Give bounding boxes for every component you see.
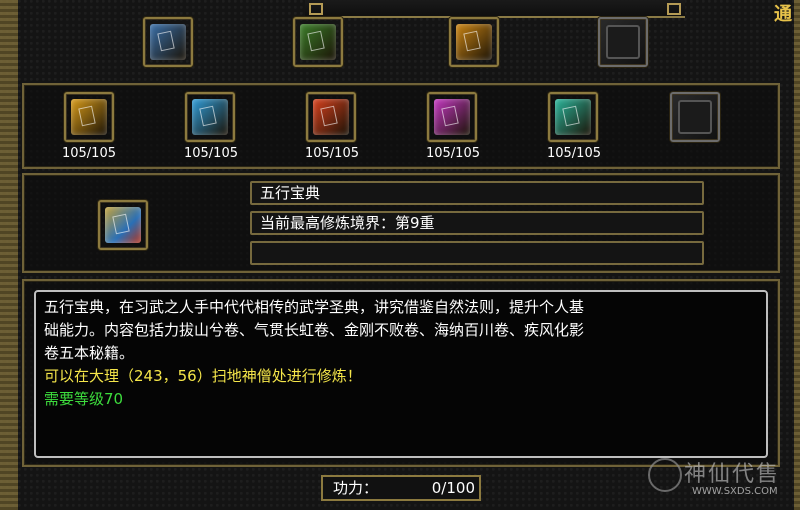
books-panel — [22, 83, 780, 169]
book-count-yellow: 105/105 — [61, 146, 116, 161]
realm-field: 当前最高修炼境界：第9重 — [250, 211, 704, 235]
watermark-name: 神仙代售 — [684, 462, 781, 487]
book-slot-green[interactable] — [548, 92, 598, 142]
purple-book-icon — [434, 99, 470, 135]
top-slot-empty[interactable] — [598, 17, 648, 67]
gongli-label: 功力： — [333, 479, 379, 497]
gongli-value: 0/100 — [431, 479, 475, 497]
watermark-url: WWW.SXDS.COM — [692, 486, 778, 497]
wuxing-book-icon — [105, 207, 141, 243]
book-slot-purple[interactable] — [427, 92, 477, 142]
blue-book-icon — [192, 99, 228, 135]
site-watermark: 神仙代售 WWW.SXDS.COM — [648, 456, 798, 504]
level-requirement: 需要等级70 — [44, 390, 124, 408]
golden-book-icon — [150, 24, 186, 60]
book-slot-empty[interactable] — [670, 92, 720, 142]
right-frame-ornament — [794, 0, 800, 510]
mascot-icon — [648, 458, 682, 492]
red-book-icon — [313, 99, 349, 135]
book-slot-blue[interactable] — [185, 92, 235, 142]
description-line-1: 五行宝典，在习武之人手中代代相传的武学圣典，讲究借鉴自然法则，提升个人基 — [44, 298, 585, 316]
empty-slot-icon — [678, 100, 712, 134]
extra-field — [250, 241, 704, 265]
scroll-bundle-icon — [300, 24, 336, 60]
book-name-field: 五行宝典 — [250, 181, 704, 205]
description-line-2: 础能力。内容包括力拔山兮卷、气贯长虹卷、金刚不败卷、海纳百川卷、疾风化影 — [44, 321, 585, 339]
selected-book-slot[interactable] — [98, 200, 148, 250]
gongli-field: 功力： 0/100 — [321, 475, 481, 501]
top-slot-golden-book[interactable] — [143, 17, 193, 67]
yellow-book-icon — [71, 99, 107, 135]
description-box: 五行宝典，在习武之人手中代代相传的武学圣典，讲究借鉴自然法则，提升个人基 础能力… — [34, 290, 768, 458]
left-frame-ornament — [0, 0, 18, 510]
gold-treasure-icon — [456, 24, 492, 60]
empty-slot-icon — [606, 25, 640, 59]
book-count-green: 105/105 — [546, 146, 601, 161]
top-slot-scroll-bundle[interactable] — [293, 17, 343, 67]
book-slot-red[interactable] — [306, 92, 356, 142]
top-slot-gold-treasure[interactable] — [449, 17, 499, 67]
book-slot-yellow[interactable] — [64, 92, 114, 142]
book-count-purple: 105/105 — [425, 146, 480, 161]
description-line-3: 卷五本秘籍。 — [44, 344, 135, 362]
wuxing-window: 通 105/105 105/105 105/105 105/105 105/10… — [0, 0, 800, 510]
top-item-panel — [22, 10, 788, 78]
training-location: 可以在大理（243，56）扫地神僧处进行修炼！ — [44, 367, 362, 385]
book-count-blue: 105/105 — [183, 146, 238, 161]
green-book-icon — [555, 99, 591, 135]
book-count-red: 105/105 — [304, 146, 359, 161]
